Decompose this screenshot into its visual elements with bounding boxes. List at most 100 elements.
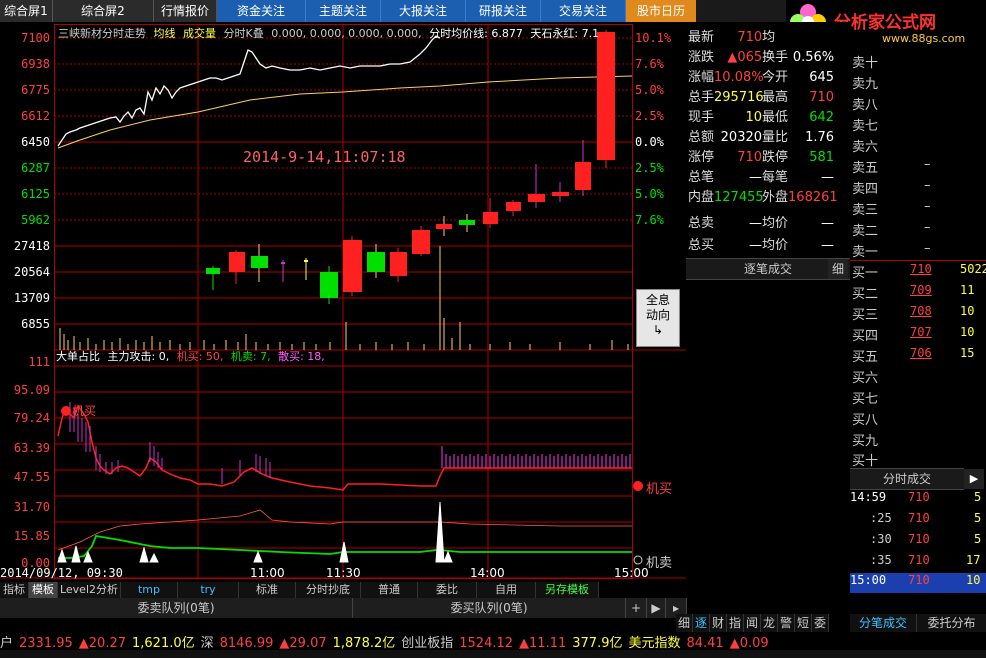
- tab-tick-trades[interactable]: 分笔成交: [850, 614, 917, 632]
- candle: [229, 252, 245, 272]
- side-tab-detail[interactable]: 细: [676, 614, 693, 632]
- side-tab-index[interactable]: 指: [727, 614, 744, 632]
- side-tab-tick[interactable]: 逐: [693, 614, 710, 632]
- ticker-item: ▲20.27: [78, 636, 126, 650]
- lower-spikes: [57, 501, 453, 563]
- tab-save-template[interactable]: 另存模板: [536, 582, 599, 598]
- tab-indicator[interactable]: 指标: [0, 582, 29, 598]
- candle: [412, 230, 430, 254]
- ticker-item: 377.9亿: [572, 636, 623, 650]
- chart-header-item: 成交量: [183, 27, 216, 40]
- candle: [281, 262, 285, 264]
- side-tab-dragon[interactable]: 龙: [761, 614, 778, 632]
- ticker-item: 2331.95: [19, 636, 73, 650]
- play-icon[interactable]: ▶: [964, 469, 984, 489]
- side-tab-news[interactable]: 闻: [744, 614, 761, 632]
- ask-row: 卖一 –: [852, 241, 931, 260]
- lower-tick: 95.09: [13, 383, 50, 397]
- tab-custom[interactable]: 自用: [477, 582, 536, 598]
- tick-panel-header[interactable]: 逐笔成交: [686, 258, 850, 280]
- pct-tick: 0.0%: [635, 135, 664, 149]
- play-icon[interactable]: ▶: [647, 598, 666, 618]
- ticker-item: 户: [0, 636, 14, 650]
- ticker-item: ▲0.09: [729, 636, 769, 650]
- side-tab-short[interactable]: 短: [795, 614, 812, 632]
- lower-dense-bars: [441, 446, 631, 468]
- tab-overview-2[interactable]: 综合屏2: [53, 0, 154, 22]
- top-buy-marker: 机买: [72, 404, 97, 418]
- lower-tick: 63.39: [13, 441, 50, 455]
- chart-header-item: 0.000, 0.000, 0.000, 0.000,: [271, 27, 422, 40]
- time-sales-header[interactable]: 分时成交: [850, 468, 964, 490]
- ticker-item: 1,878.2亿: [332, 636, 396, 650]
- sell-queue-bar[interactable]: 委卖队列(0笔): [0, 598, 353, 618]
- time-tick: 11:30: [326, 566, 361, 580]
- add-button[interactable]: +: [626, 598, 647, 618]
- candle: [343, 240, 362, 292]
- lower-tick: 47.55: [13, 470, 50, 484]
- candle: [251, 256, 268, 268]
- quote-row: 现手 10最低 642: [688, 110, 835, 125]
- candle: [483, 212, 498, 224]
- tab-level2[interactable]: Level2分析: [58, 582, 121, 598]
- chart-header: 三峡新材分时走势 均线 成交量 分时K叠 0.000, 0.000, 0.000…: [58, 25, 599, 41]
- trade-row-selected: 15:00 710 10: [850, 573, 986, 593]
- bid-row: 买五 706 15: [852, 346, 975, 365]
- buy-legend-dot: [633, 481, 643, 491]
- tick-detail-button[interactable]: 细: [828, 259, 848, 279]
- bid-row: 买九: [852, 434, 879, 449]
- side-tab-finance[interactable]: 财: [710, 614, 727, 632]
- pct-tick: 5.0%: [635, 83, 664, 97]
- lower-header: 大单占比 主力攻击: 0, 机买: 50, 机卖: 7, 散买: 18,: [56, 348, 325, 364]
- candle: [367, 252, 385, 272]
- ticker-item: 8146.99: [219, 636, 274, 650]
- trade-row: :25 710 5: [870, 511, 982, 525]
- volume-tick: 20564: [13, 265, 50, 279]
- tab-market-calendar[interactable]: 股市日历: [626, 0, 696, 22]
- volume-tick: 13709: [13, 291, 50, 305]
- tab-theme-focus[interactable]: 主题关注: [306, 0, 381, 22]
- chart-header-item: 分时K叠: [223, 27, 264, 40]
- side-tab-order[interactable]: 委: [812, 614, 829, 632]
- candle: [597, 32, 615, 160]
- pct-tick: 7.6%: [635, 57, 664, 71]
- info-flow-button[interactable]: 全息 动向 ↳: [636, 289, 680, 347]
- tab-normal[interactable]: 普通: [361, 582, 418, 598]
- tab-template[interactable]: 模板: [29, 582, 58, 598]
- quote-row: 最新 710均: [688, 30, 776, 45]
- candle: [459, 220, 475, 225]
- tab-tmp[interactable]: tmp: [121, 582, 178, 598]
- tab-standard[interactable]: 标准: [239, 582, 296, 598]
- index-ticker: 户 2331.95 ▲20.27 1,621.0亿深 8146.99 ▲29.07 1,87…: [0, 632, 986, 650]
- ask-row: 卖八: [852, 98, 879, 113]
- candle: [575, 162, 591, 190]
- tick-panel-title: 逐笔成交: [743, 262, 792, 276]
- price-tick: 6612: [21, 109, 50, 123]
- pct-tick: 5.0%: [635, 187, 664, 201]
- intraday-chart[interactable]: 三峡新材分时走势 均线 成交量 分时K叠 0.000, 0.000, 0.000…: [0, 22, 686, 582]
- ask-row: 卖五 –: [852, 157, 931, 176]
- tab-report-focus[interactable]: 大报关注: [381, 0, 466, 22]
- side-tab-alert[interactable]: 警: [778, 614, 795, 632]
- buy-marker-dot: [61, 406, 71, 416]
- tab-order-distribution[interactable]: 委托分布: [917, 614, 986, 632]
- tab-try[interactable]: try: [178, 582, 239, 598]
- arrow-corner-icon: ↳: [652, 323, 664, 337]
- time-tick: 11:00: [250, 566, 285, 580]
- lower-title: 大单占比: [56, 350, 100, 363]
- ticker-item: 深: [200, 636, 214, 650]
- tab-overview-1[interactable]: 综合屏1: [0, 0, 53, 22]
- tab-quotes[interactable]: 行情报价: [154, 0, 217, 22]
- ask-row: 卖六: [852, 140, 879, 155]
- tab-research-focus[interactable]: 研报关注: [466, 0, 541, 22]
- sell-legend-dot: [633, 555, 643, 565]
- buy-queue-bar[interactable]: 委买队列(0笔): [353, 598, 626, 618]
- tab-fund-focus[interactable]: 资金关注: [217, 0, 306, 22]
- tab-order-ratio[interactable]: 委比: [418, 582, 477, 598]
- quote-row: 总手295716最高 710: [688, 90, 835, 105]
- tab-trade-focus[interactable]: 交易关注: [541, 0, 626, 22]
- chart-header-item: 均线: [153, 27, 176, 40]
- tab-bottom-fish[interactable]: 分时抄底: [296, 582, 361, 598]
- ticker-item: ▲29.07: [279, 636, 327, 650]
- candle: [390, 252, 407, 276]
